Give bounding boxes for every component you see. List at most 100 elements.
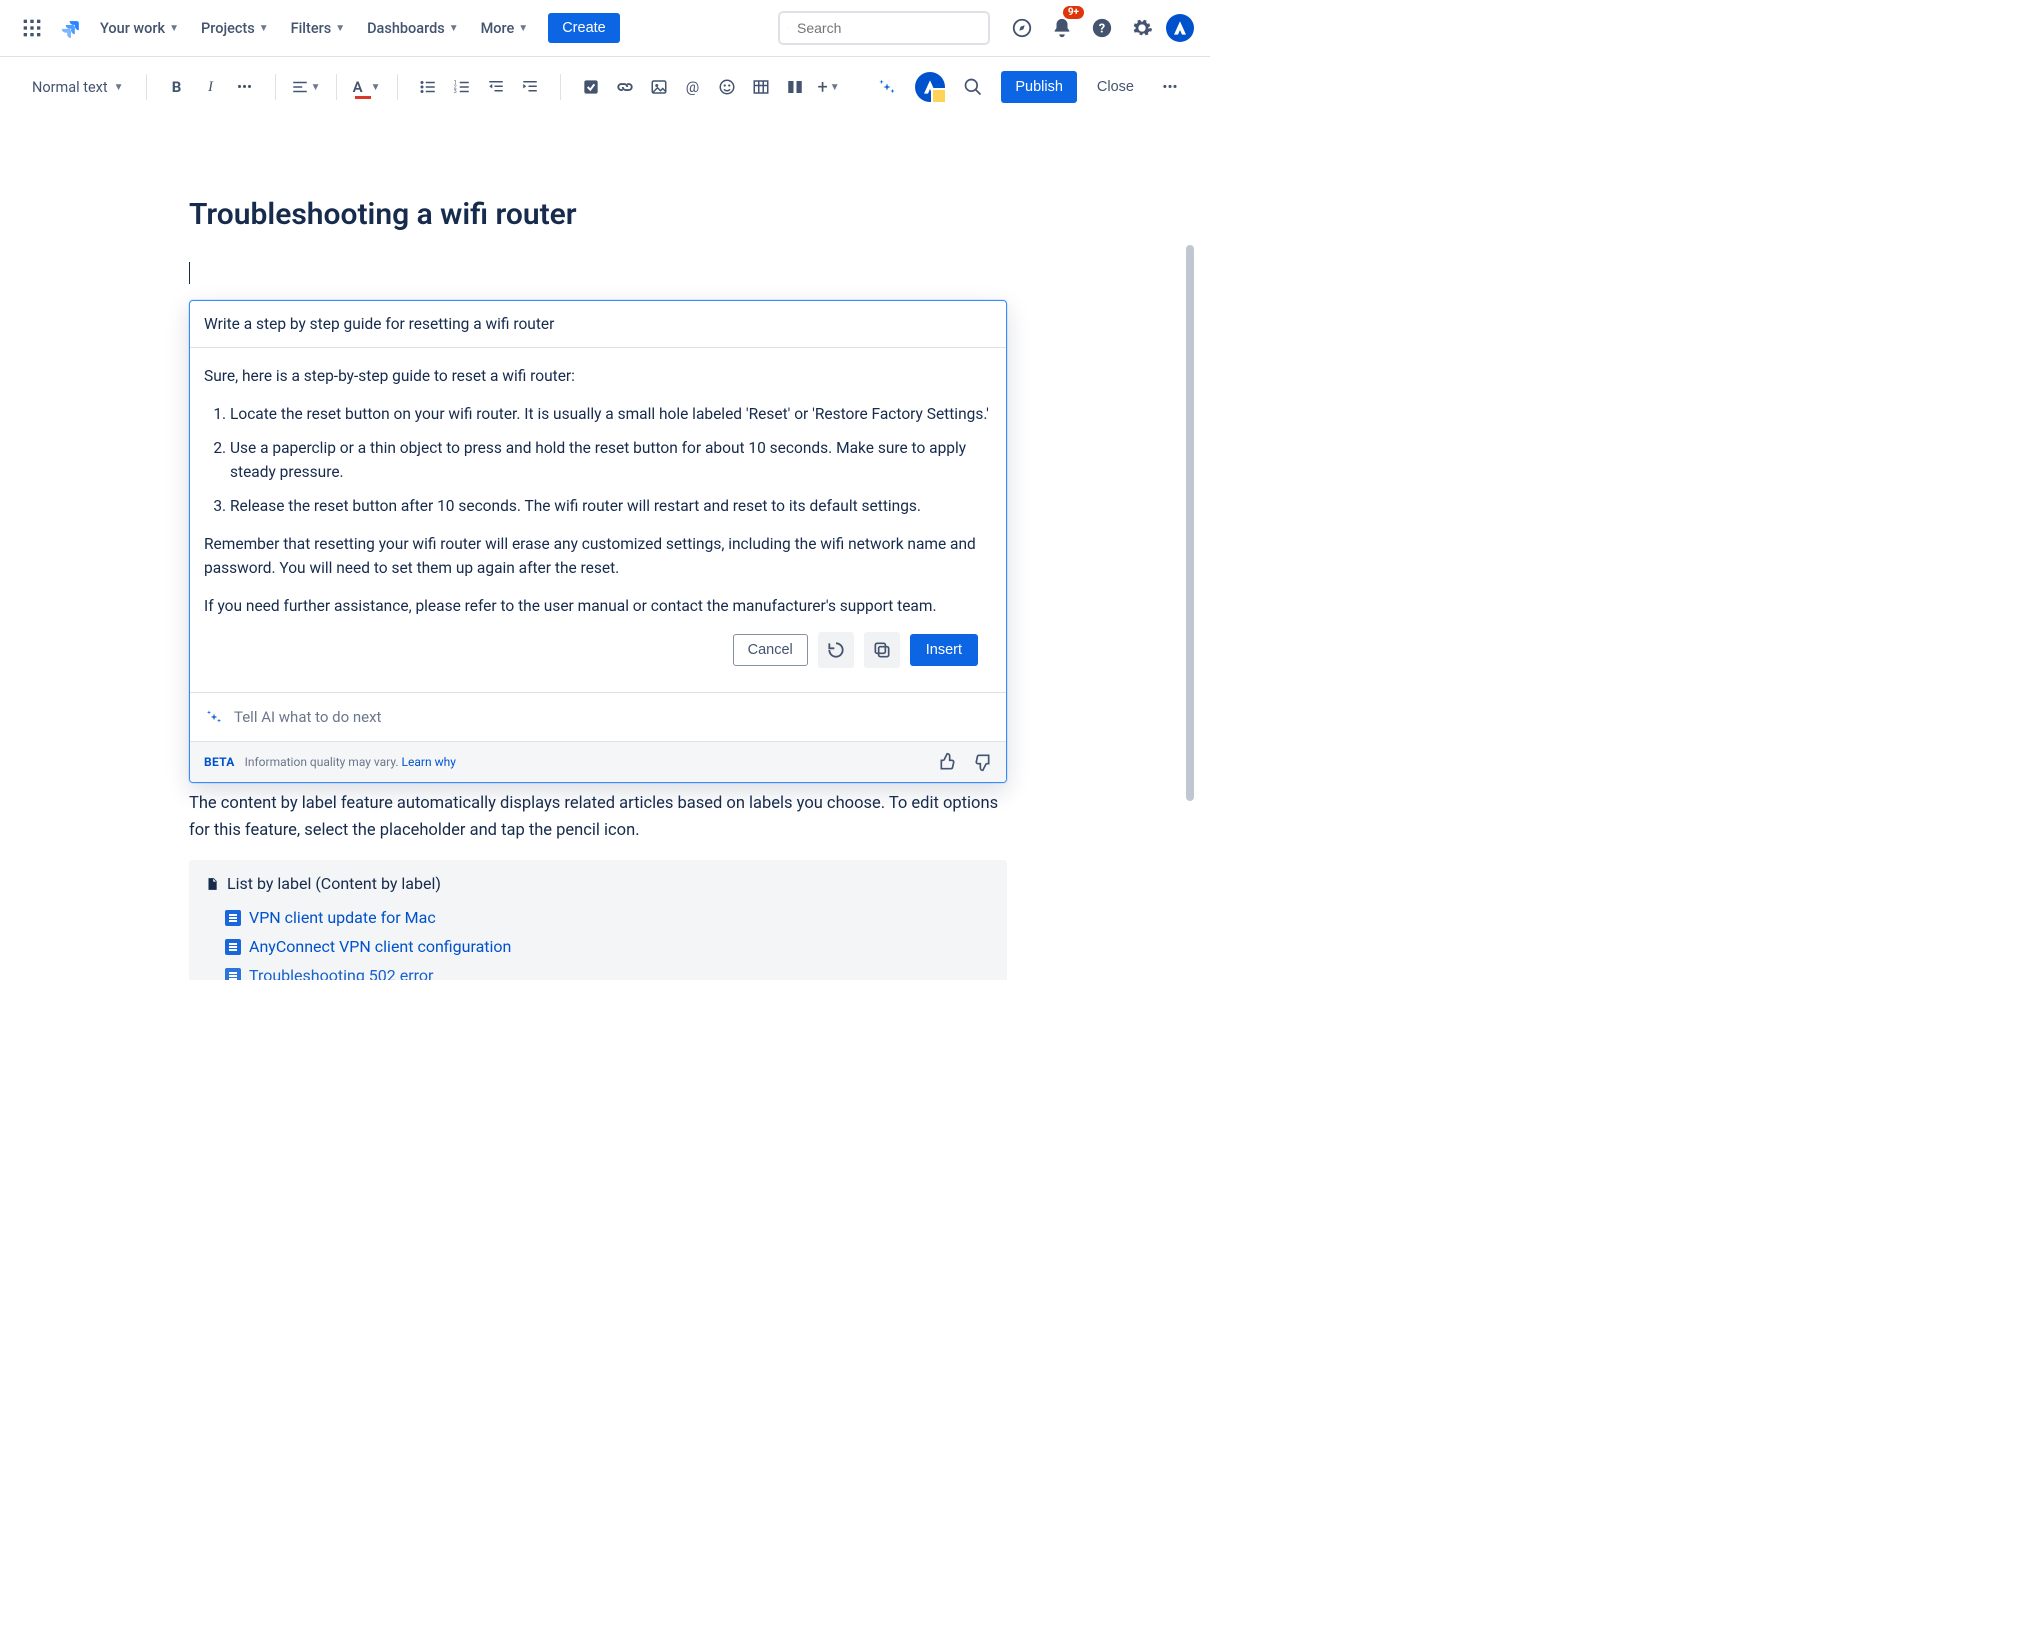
svg-text:3: 3 <box>453 89 456 95</box>
nav-projects[interactable]: Projects ▼ <box>193 14 277 43</box>
chevron-down-icon: ▼ <box>335 23 345 34</box>
publish-button[interactable]: Publish <box>1001 71 1077 103</box>
settings-icon[interactable] <box>1126 12 1158 44</box>
nav-filters[interactable]: Filters▼ <box>283 14 353 43</box>
editor-cursor-line[interactable] <box>189 262 1007 284</box>
find-button[interactable] <box>957 71 989 103</box>
align-button[interactable]: ▼ <box>290 71 322 103</box>
chevron-down-icon: ▼ <box>371 82 381 93</box>
ai-intro: Sure, here is a step-by-step guide to re… <box>204 364 992 388</box>
global-nav: Your work▼ Projects▼ Filters▼ Dashboards… <box>0 0 1210 57</box>
chevron-down-icon: ▼ <box>830 82 840 93</box>
chevron-down-icon: ▼ <box>259 23 269 34</box>
ai-icon[interactable] <box>871 71 903 103</box>
page-icon <box>205 876 219 892</box>
ai-sparkle-icon <box>204 707 224 727</box>
ai-followup-placeholder: Tell AI what to do next <box>234 708 381 726</box>
app-switcher-icon[interactable] <box>16 12 48 44</box>
discover-icon[interactable] <box>1006 12 1038 44</box>
nav-dashboards[interactable]: Dashboards ▼ <box>359 14 467 43</box>
page-title[interactable]: Troubleshooting a wifi router <box>189 197 1007 232</box>
bold-button[interactable]: B <box>161 71 193 103</box>
create-button[interactable]: Create <box>548 13 620 43</box>
cancel-button[interactable]: Cancel <box>733 634 808 666</box>
jira-logo-icon[interactable] <box>54 12 86 44</box>
image-button[interactable] <box>643 71 675 103</box>
search-input[interactable] <box>778 11 990 45</box>
body-paragraph[interactable]: The content by label feature automatical… <box>189 791 1007 844</box>
nav-label: Your work <box>100 20 165 37</box>
text-color-button[interactable]: A▼ <box>351 71 383 103</box>
thumbs-down-icon[interactable] <box>972 752 992 772</box>
nav-label: More <box>481 20 515 37</box>
ai-note: Remember that resetting your wifi router… <box>204 532 992 580</box>
thumbs-up-icon[interactable] <box>938 752 958 772</box>
beta-badge: BETA <box>204 755 235 769</box>
italic-button[interactable]: I <box>195 71 227 103</box>
copy-icon[interactable] <box>864 632 900 668</box>
text-style-label: Normal text <box>32 79 108 96</box>
search-field[interactable] <box>795 19 980 37</box>
related-article-link[interactable]: Troubleshooting 502 error <box>205 961 991 980</box>
chevron-down-icon: ▼ <box>449 23 459 34</box>
close-button[interactable]: Close <box>1089 73 1142 101</box>
macro-title: List by label (Content by label) <box>205 874 991 893</box>
help-icon[interactable]: ? <box>1086 12 1118 44</box>
chevron-down-icon: ▼ <box>518 23 528 34</box>
ai-step: Use a paperclip or a thin object to pres… <box>230 436 992 484</box>
related-article-link[interactable]: AnyConnect VPN client configuration <box>205 932 991 961</box>
more-actions-button[interactable]: ••• <box>1154 71 1186 103</box>
related-article-link[interactable]: VPN client update for Mac <box>205 903 991 932</box>
nav-label: Dashboards <box>367 20 445 37</box>
link-button[interactable] <box>609 71 641 103</box>
ai-step: Release the reset button after 10 second… <box>230 494 992 518</box>
layouts-button[interactable] <box>779 71 811 103</box>
nav-your-work[interactable]: Your work ▼ <box>92 14 187 43</box>
search-icon <box>788 20 789 36</box>
ai-steps-list: Locate the reset button on your wifi rou… <box>204 402 992 518</box>
learn-why-link[interactable]: Learn why <box>402 755 456 769</box>
text-style-dropdown[interactable]: Normal text ▼ <box>24 71 132 103</box>
collaborator-avatar[interactable] <box>915 72 945 102</box>
chevron-down-icon: ▼ <box>169 23 179 34</box>
ai-prompt-text: Write a step by step guide for resetting… <box>190 301 1006 348</box>
ai-followup-input[interactable]: Tell AI what to do next <box>190 692 1006 741</box>
indent-button[interactable] <box>514 71 546 103</box>
link-text: VPN client update for Mac <box>249 908 436 927</box>
ai-response-body: Sure, here is a step-by-step guide to re… <box>190 348 1006 692</box>
insert-button[interactable]: Insert <box>910 634 978 666</box>
outdent-button[interactable] <box>480 71 512 103</box>
notification-badge: 9+ <box>1063 6 1084 19</box>
more-formatting-button[interactable]: ••• <box>229 71 261 103</box>
ai-note: If you need further assistance, please r… <box>204 594 992 618</box>
chevron-down-icon: ▼ <box>311 82 321 93</box>
bullet-list-button[interactable] <box>412 71 444 103</box>
profile-avatar[interactable] <box>1166 14 1194 42</box>
action-item-button[interactable] <box>575 71 607 103</box>
link-text: Troubleshooting 502 error <box>249 966 433 980</box>
number-list-button[interactable]: 123 <box>446 71 478 103</box>
emoji-button[interactable] <box>711 71 743 103</box>
ai-step: Locate the reset button on your wifi rou… <box>230 402 992 426</box>
retry-icon[interactable] <box>818 632 854 668</box>
insert-button[interactable]: +▼ <box>813 71 845 103</box>
macro-title-text: List by label (Content by label) <box>227 874 441 893</box>
mention-button[interactable]: @ <box>677 71 709 103</box>
document-canvas: Troubleshooting a wifi router Write a st… <box>0 117 1196 980</box>
nav-label: Projects <box>201 20 255 37</box>
scrollbar-thumb[interactable] <box>1186 245 1194 801</box>
nav-label: Filters <box>291 20 332 37</box>
ai-footer: BETA Information quality may vary. Learn… <box>190 741 1006 782</box>
doc-icon <box>225 939 241 955</box>
editor-toolbar: Normal text ▼ B I ••• ▼ A▼ 123 @ +▼ Publi… <box>0 57 1210 117</box>
link-text: AnyConnect VPN client configuration <box>249 937 511 956</box>
doc-icon <box>225 910 241 926</box>
notifications-icon[interactable]: 9+ <box>1046 12 1078 44</box>
svg-text:?: ? <box>1099 22 1105 37</box>
table-button[interactable] <box>745 71 777 103</box>
nav-more[interactable]: More▼ <box>473 14 537 43</box>
content-by-label-macro[interactable]: List by label (Content by label) VPN cli… <box>189 860 1007 980</box>
scrollbar[interactable] <box>1184 245 1196 965</box>
doc-icon <box>225 968 241 980</box>
chevron-down-icon: ▼ <box>114 82 124 93</box>
